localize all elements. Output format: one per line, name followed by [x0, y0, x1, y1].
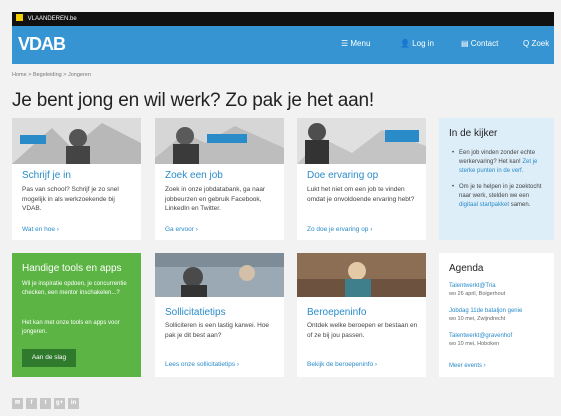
card-beroepeninfo[interactable]: Beroepeninfo Ontdek welke beroepen er be… [297, 253, 426, 377]
agenda-event[interactable]: Talentwerkt@Tria wo 26 april, Boigerhout [449, 282, 549, 298]
card-title[interactable]: Sollicitatietips [165, 307, 226, 318]
card-link[interactable]: Zo doe je ervaring op › [307, 226, 372, 233]
page-title: Je bent jong en wil werk? Zo pak je het … [12, 90, 374, 111]
card-link[interactable]: Wat en hoe › [22, 226, 59, 233]
card-text: Lukt het niet om een job te vinden omdat… [307, 186, 415, 203]
tools-text-2: Het kan met onze tools en apps voor jong… [22, 320, 120, 335]
vlaanderen-link[interactable]: VLAANDEREN.be [28, 16, 77, 22]
agenda-panel: Agenda Talentwerkt@Tria wo 26 april, Boi… [439, 253, 554, 377]
contact-button[interactable]: ▤ Contact [461, 39, 498, 48]
agenda-event[interactable]: Jobdag 11de bataljon genie wo 10 mei, Zw… [449, 307, 549, 323]
card-title[interactable]: Beroepeninfo [307, 307, 367, 318]
card-zoek-job[interactable]: Zoek een job Zoek in onze jobdatabank, g… [155, 118, 284, 240]
tools-text: Wil je inspiratie opdoen, je concurrenti… [22, 281, 127, 296]
card-image [155, 253, 284, 297]
card-link[interactable]: Bekijk de beroepeninfo › [307, 361, 377, 368]
vdab-logo[interactable]: VDAB [18, 34, 66, 55]
in-de-kijker-panel: In de kijker Een job vinden zonder echte… [439, 118, 554, 240]
twitter-icon[interactable]: t [40, 398, 51, 409]
event-date: wo 10 mei, Hoboken [449, 341, 500, 347]
card-image [155, 118, 284, 164]
card-title[interactable]: Doe ervaring op [307, 170, 378, 181]
search-button[interactable]: Q Zoek [523, 39, 549, 48]
facebook-icon[interactable]: f [26, 398, 37, 409]
social-links: ✉ f t g+ in [12, 398, 79, 409]
card-image [297, 118, 426, 164]
card-text: Zoek in onze jobdatabank, ga naar jobbeu… [165, 186, 266, 212]
panel-title: Agenda [449, 263, 484, 274]
list-item: Een job vinden zonder echte werkervaring… [449, 149, 549, 176]
google-plus-icon[interactable]: g+ [54, 398, 65, 409]
tools-panel: Handige tools en apps Wil je inspiratie … [12, 253, 141, 377]
login-button[interactable]: 👤 Log in [400, 39, 434, 48]
card-title[interactable]: Zoek een job [165, 170, 223, 181]
card-sollicitatietips[interactable]: Sollicitatietips Solliciteren is een las… [155, 253, 284, 377]
card-image [297, 253, 426, 297]
list-item: Om je te helpen in je zoektocht naar wer… [449, 183, 549, 210]
kijker-list: Een job vinden zonder echte werkervaring… [449, 149, 549, 217]
event-date: wo 26 april, Boigerhout [449, 291, 506, 297]
panel-title: Handige tools en apps [22, 263, 122, 274]
main-navigation: VDAB ☰ Menu 👤 Log in ▤ Contact Q Zoek [12, 26, 554, 64]
card-ervaring[interactable]: Doe ervaring op Lukt het niet om een job… [297, 118, 426, 240]
aan-de-slag-button[interactable]: Aan de slag [22, 349, 76, 367]
breadcrumb[interactable]: Home > Begeleiding > Jongeren [12, 72, 91, 78]
card-image [12, 118, 141, 164]
event-name[interactable]: Talentwerkt@Tria [449, 282, 549, 290]
event-name[interactable]: Talentwerkt@gravenhof [449, 332, 549, 340]
card-schrijf-in[interactable]: Schrijf je in Pas van school? Schrijf je… [12, 118, 141, 240]
vlaanderen-topbar: VLAANDEREN.be [12, 12, 554, 26]
meer-events-link[interactable]: Meer events › [449, 363, 486, 369]
card-title[interactable]: Schrijf je in [22, 170, 71, 181]
card-link[interactable]: Ga ervoor › [165, 226, 198, 233]
event-name[interactable]: Jobdag 11de bataljon genie [449, 307, 549, 315]
card-text: Solliciteren is een lastig karwei. Hoe p… [165, 322, 270, 339]
card-text: Pas van school? Schrijf je zo snel mogel… [22, 186, 119, 212]
email-icon[interactable]: ✉ [12, 398, 23, 409]
menu-button[interactable]: ☰ Menu [341, 39, 370, 48]
agenda-event[interactable]: Talentwerkt@gravenhof wo 10 mei, Hoboken [449, 332, 549, 348]
card-link[interactable]: Lees onze sollicitatietips › [165, 361, 239, 368]
linkedin-icon[interactable]: in [68, 398, 79, 409]
startpakket-link[interactable]: digitaal startpakket [459, 202, 509, 208]
vlaanderen-lion-icon [16, 14, 23, 21]
card-text: Ontdek welke beroepen er bestaan en of z… [307, 322, 418, 339]
panel-title: In de kijker [449, 128, 498, 139]
event-date: wo 10 mei, Zwijndrecht [449, 316, 506, 322]
